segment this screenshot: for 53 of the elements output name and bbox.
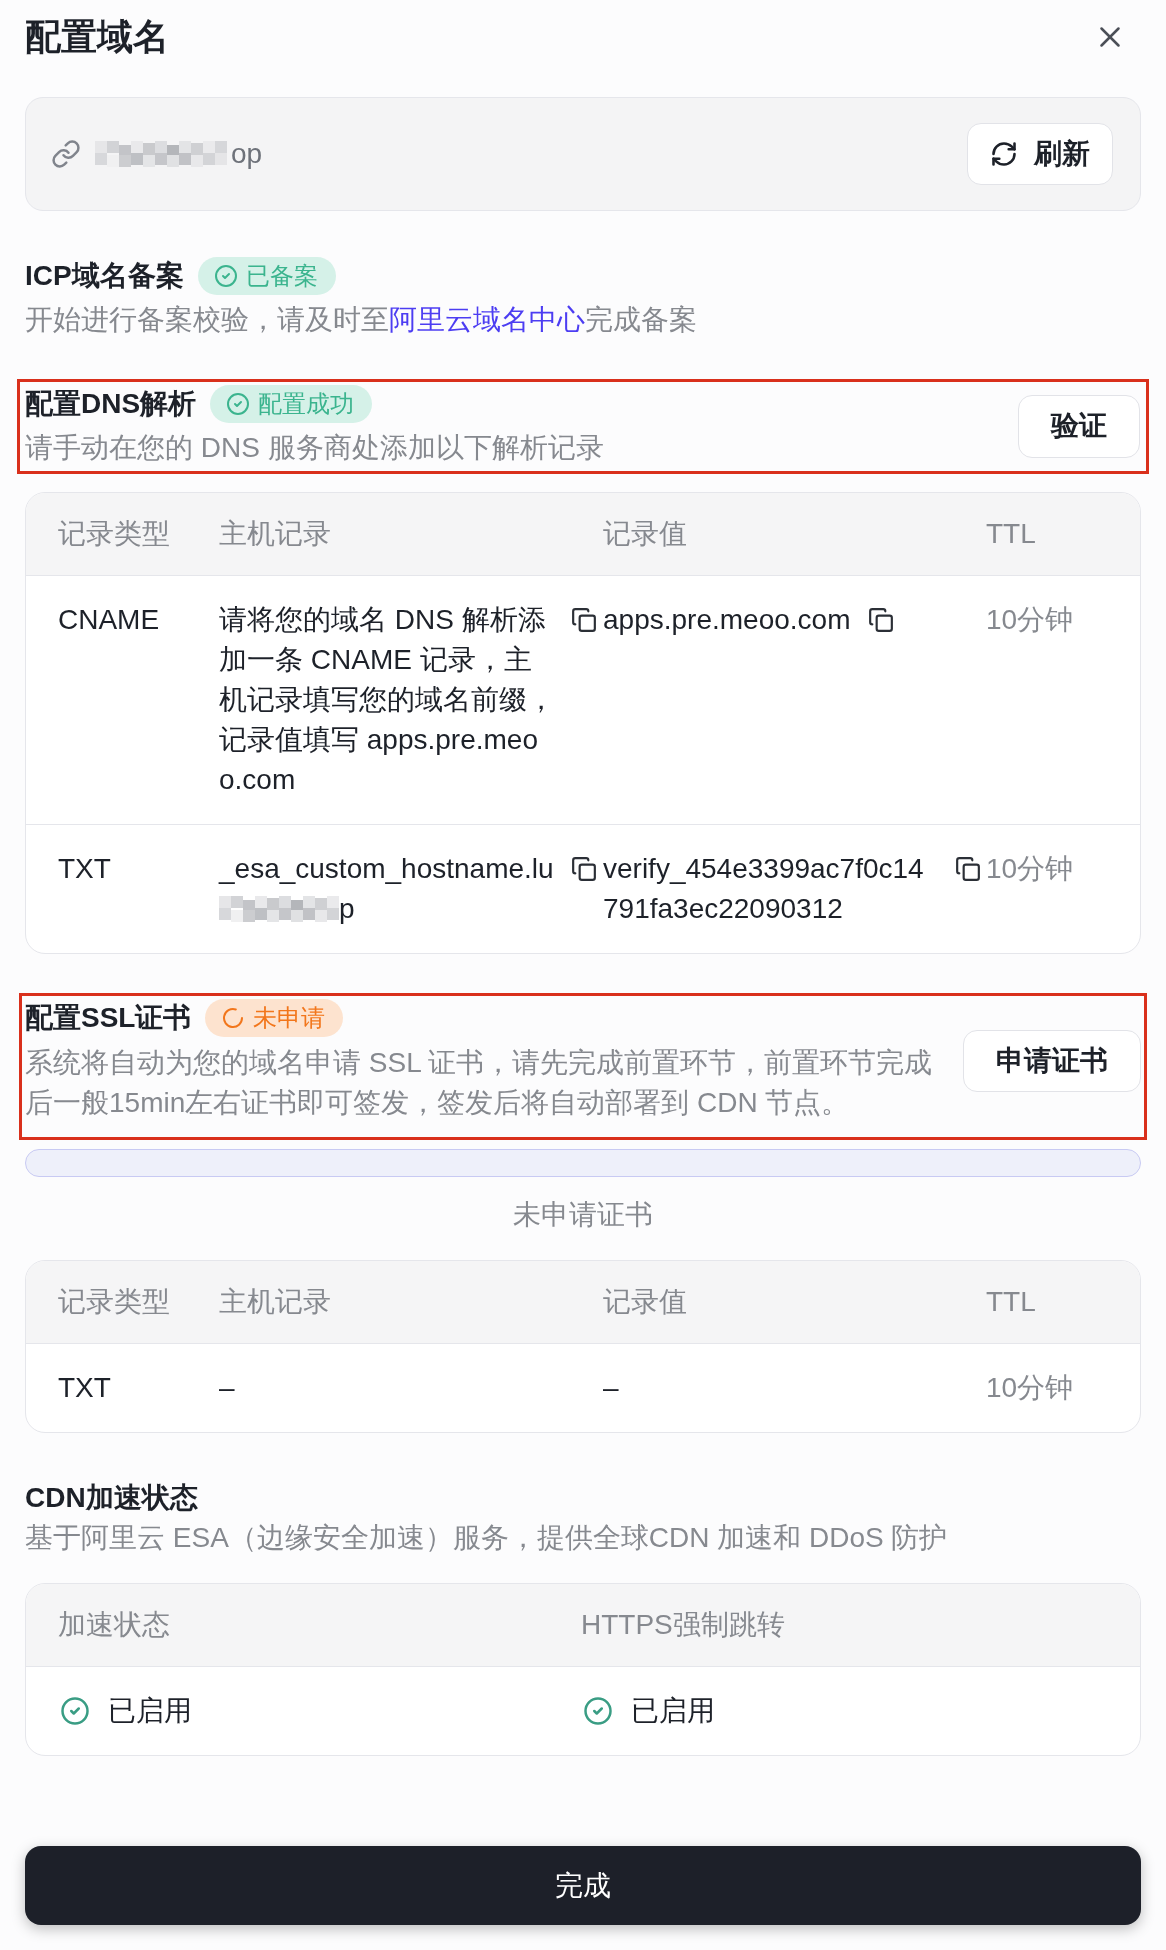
ssl-description: 系统将自动为您的域名申请 SSL 证书，请先完成前置环节，前置环节完成后一般15min左右证书即可签发，签发后将自动部署到 CDN 节点。 bbox=[25, 1046, 934, 1120]
copy-icon[interactable] bbox=[571, 856, 597, 882]
status-text: 已启用 bbox=[108, 1694, 192, 1728]
column-header: 加速状态 bbox=[58, 1609, 170, 1640]
check-circle-icon bbox=[226, 392, 251, 416]
column-header: TTL bbox=[986, 518, 1036, 549]
column-header: TTL bbox=[986, 1286, 1036, 1317]
column-header: 记录值 bbox=[603, 1286, 687, 1317]
check-circle-icon bbox=[213, 264, 238, 288]
domain-center-link[interactable]: 阿里云域名中心 bbox=[389, 304, 585, 335]
verify-button[interactable]: 验证 bbox=[1018, 394, 1140, 458]
host-record-tail: p bbox=[339, 892, 355, 926]
ttl-value: 10分钟 bbox=[986, 853, 1074, 884]
refresh-icon bbox=[990, 140, 1018, 168]
copy-icon[interactable] bbox=[868, 607, 895, 633]
status-label: 配置成功 bbox=[258, 389, 355, 419]
section-title: 配置DNS解析 bbox=[25, 387, 197, 421]
cdn-description: 基于阿里云 ESA（边缘安全加速）服务，提供全球CDN 加速和 DDoS 防护 bbox=[25, 1521, 949, 1555]
record-value: – bbox=[603, 1371, 619, 1405]
host-record: 请将您的域名 DNS 解析添加一条 CNAME 记录，主机记录填写您的域名前缀，记录值填写 apps.pre.meoo.com bbox=[219, 603, 556, 797]
status-text: 已启用 bbox=[631, 1694, 715, 1728]
column-header: HTTPS强制跳转 bbox=[581, 1609, 785, 1640]
link-icon bbox=[51, 139, 81, 169]
column-header: 记录类型 bbox=[58, 1286, 170, 1317]
section-title: CDN加速状态 bbox=[25, 1481, 198, 1515]
icp-description: 开始进行备案校验，请及时至阿里云域名中心完成备案 bbox=[25, 303, 698, 337]
status-label: 未申请 bbox=[253, 1003, 326, 1033]
column-header: 记录类型 bbox=[58, 518, 170, 549]
section-title: ICP域名备案 bbox=[25, 259, 184, 293]
done-button[interactable]: 完成 bbox=[25, 1846, 1141, 1925]
column-header: 记录值 bbox=[603, 518, 687, 549]
column-header: 主机记录 bbox=[219, 518, 331, 549]
dns-description: 请手动在您的 DNS 服务商处添加以下解析记录 bbox=[25, 431, 604, 465]
ttl-value: 10分钟 bbox=[986, 604, 1074, 635]
domain-text: op bbox=[231, 137, 263, 171]
record-value: verify_454e3399ac7f0c14791fa3ec22090312 bbox=[603, 852, 925, 926]
certificate-status: 未申请证书 bbox=[513, 1198, 653, 1232]
dialog-title: 配置域名 bbox=[25, 15, 169, 59]
status-label: 已备案 bbox=[245, 261, 318, 291]
column-header: 主机记录 bbox=[219, 1286, 331, 1317]
host-record: _esa_custom_hostname.lu bbox=[219, 852, 555, 886]
copy-icon[interactable] bbox=[571, 607, 597, 633]
record-value: apps.pre.meoo.com bbox=[603, 603, 851, 637]
record-type: CNAME bbox=[58, 604, 160, 635]
record-type: TXT bbox=[58, 1372, 111, 1403]
apply-certificate-button[interactable]: 申请证书 bbox=[963, 1029, 1141, 1092]
copy-icon[interactable] bbox=[955, 856, 981, 882]
spinner-icon bbox=[221, 1006, 246, 1030]
section-title: 配置SSL证书 bbox=[25, 1001, 192, 1035]
ttl-value: 10分钟 bbox=[986, 1372, 1074, 1403]
refresh-button[interactable]: 刷新 bbox=[967, 123, 1113, 185]
host-record: – bbox=[219, 1371, 236, 1405]
record-type: TXT bbox=[58, 853, 111, 884]
